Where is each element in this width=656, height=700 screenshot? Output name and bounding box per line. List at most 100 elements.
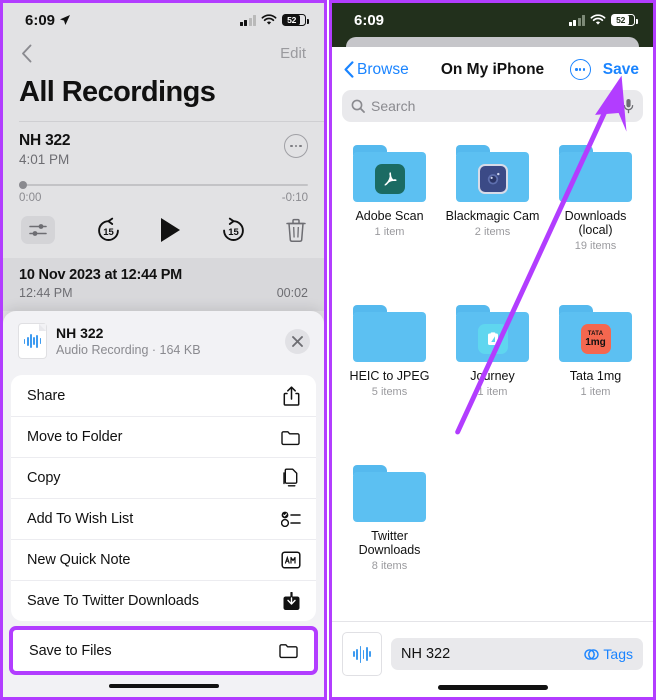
folder-grid: Adobe Scan 1 item Blackmagic Cam 2 items… xyxy=(332,131,653,621)
tags-label: Tags xyxy=(603,646,633,662)
share-action-share[interactable]: Share xyxy=(11,375,316,416)
scrubber-track xyxy=(19,184,308,186)
folder-item[interactable]: Downloads (local) 19 items xyxy=(544,141,647,301)
save-button[interactable]: Save xyxy=(603,61,639,79)
files-nav-actions: Save xyxy=(569,59,639,80)
folder-name: Blackmagic Cam xyxy=(445,209,540,223)
share-file-name: NH 322 xyxy=(56,325,104,341)
edit-button[interactable]: Edit xyxy=(280,45,306,62)
menu-label: Save to Files xyxy=(29,642,112,659)
list-item-duration: 00:02 xyxy=(276,286,308,300)
file-name-value: NH 322 xyxy=(401,646,451,662)
folder-icon xyxy=(278,640,300,662)
skip-back-15-button[interactable]: 15 xyxy=(95,217,122,244)
playback-controls: 15 15 xyxy=(3,204,324,258)
share-sheet-header: NH 322 Audio Recording · 164 KB xyxy=(3,311,324,371)
list-item-title: 10 Nov 2023 at 12:44 PM xyxy=(19,267,183,283)
waveform-glyph xyxy=(23,334,42,349)
menu-label: Move to Folder xyxy=(27,429,123,445)
wifi-icon xyxy=(261,14,277,25)
scrubber-track-area[interactable] xyxy=(19,181,308,189)
menu-label: Copy xyxy=(27,470,61,486)
cellular-bars-icon xyxy=(568,14,585,26)
file-name-input[interactable]: NH 322 Tags xyxy=(391,638,643,670)
folder-count: 1 item xyxy=(580,386,611,398)
share-action-copy[interactable]: Copy xyxy=(11,457,316,498)
folder-item[interactable]: TATA 1mg Tata 1mg 1 item xyxy=(544,301,647,461)
left-phone-voice-memos: 6:09 52 Edit All Recordings NH 322 4:01 … xyxy=(0,0,327,700)
share-file-meta: Audio Recording · 164 KB xyxy=(56,343,201,357)
folder-item[interactable]: Journey 1 item xyxy=(441,301,544,461)
battery-icon: 52 xyxy=(611,14,638,26)
cellular-bars-icon xyxy=(239,14,256,26)
folder-icon xyxy=(353,465,426,522)
scrubber-knob[interactable] xyxy=(19,181,27,189)
quick-note-icon xyxy=(280,549,302,571)
share-action-move-to-folder[interactable]: Move to Folder xyxy=(11,416,316,457)
microphone-icon[interactable] xyxy=(623,98,634,114)
folder-count: 1 item xyxy=(477,386,508,398)
folder-item[interactable]: Adobe Scan 1 item xyxy=(338,141,441,301)
folder-name: Twitter Downloads xyxy=(358,529,421,557)
audio-waveform-icon xyxy=(342,632,382,676)
share-action-add-to-wish-list[interactable]: Add To Wish List xyxy=(11,498,316,539)
folder-count: 2 items xyxy=(474,226,511,238)
menu-label: Save To Twitter Downloads xyxy=(27,593,199,609)
tags-button[interactable]: Tags xyxy=(584,646,633,662)
search-area: Search xyxy=(332,90,653,131)
ellipsis-circle-icon[interactable] xyxy=(569,59,591,80)
share-action-save-to-twitter-downloads[interactable]: Save To Twitter Downloads xyxy=(11,580,316,621)
folder-count: 8 items xyxy=(371,560,408,572)
share-action-save-to-files[interactable]: Save to Files xyxy=(13,630,314,671)
nav-bar: Edit xyxy=(3,37,324,70)
scrub-start-time: 0:00 xyxy=(19,192,42,204)
copy-pages-icon xyxy=(280,467,302,489)
status-bar: 6:09 52 xyxy=(3,3,324,37)
trash-icon[interactable] xyxy=(286,218,306,242)
folder-name: Tata 1mg xyxy=(569,369,622,383)
folder-item[interactable]: HEIC to JPEG 5 items xyxy=(338,301,441,461)
play-button[interactable] xyxy=(161,218,180,242)
share-up-arrow-icon xyxy=(280,385,302,407)
status-time: 6:09 xyxy=(25,11,56,29)
ellipsis-circle-icon[interactable] xyxy=(284,134,308,158)
folder-item[interactable]: Blackmagic Cam 2 items xyxy=(441,141,544,301)
magnifier-icon xyxy=(351,99,365,113)
recording-list-item[interactable]: 10 Nov 2023 at 12:44 PM 12:44 PM 00:02 xyxy=(3,258,324,311)
recording-name: NH 322 xyxy=(19,132,71,149)
folder-count: 19 items xyxy=(574,240,617,252)
chevron-left-icon xyxy=(344,61,354,78)
browse-back-button[interactable]: Browse xyxy=(344,61,409,79)
folder-item[interactable]: Twitter Downloads 8 items xyxy=(338,461,441,621)
wifi-icon xyxy=(590,14,606,25)
menu-label: Add To Wish List xyxy=(27,511,134,527)
list-item-time: 12:44 PM xyxy=(19,286,73,300)
equalizer-icon[interactable] xyxy=(21,216,55,244)
search-placeholder: Search xyxy=(371,98,416,114)
chevron-left-icon[interactable] xyxy=(21,44,32,63)
share-action-new-quick-note[interactable]: New Quick Note xyxy=(11,539,316,580)
play-icon xyxy=(161,218,180,242)
skip-forward-15-button[interactable]: 15 xyxy=(220,217,247,244)
selected-recording-row[interactable]: NH 322 4:01 PM xyxy=(3,122,324,175)
search-input[interactable]: Search xyxy=(342,90,643,122)
location-arrow-icon xyxy=(60,15,71,25)
download-box-icon xyxy=(280,590,302,612)
playback-scrubber[interactable]: 0:00 -0:10 xyxy=(3,175,324,204)
home-indicator xyxy=(3,675,324,697)
battery-level: 52 xyxy=(283,15,301,25)
checklist-icon xyxy=(280,508,302,530)
recording-header: NH 322 4:01 PM xyxy=(19,132,308,167)
svg-text:15: 15 xyxy=(103,227,114,238)
status-bar-left: 6:09 xyxy=(354,12,384,29)
scrubber-labels: 0:00 -0:10 xyxy=(19,192,308,204)
folder-icon xyxy=(456,305,529,362)
folder-count: 1 item xyxy=(374,226,405,238)
svg-text:15: 15 xyxy=(228,227,239,238)
save-to-files-highlight: Save to Files xyxy=(9,626,318,675)
close-x-icon[interactable] xyxy=(285,328,310,354)
page-title: All Recordings xyxy=(19,76,216,108)
recording-time: 4:01 PM xyxy=(19,152,70,167)
waveform-glyph xyxy=(353,645,371,663)
status-bar: 6:09 52 xyxy=(332,3,653,37)
